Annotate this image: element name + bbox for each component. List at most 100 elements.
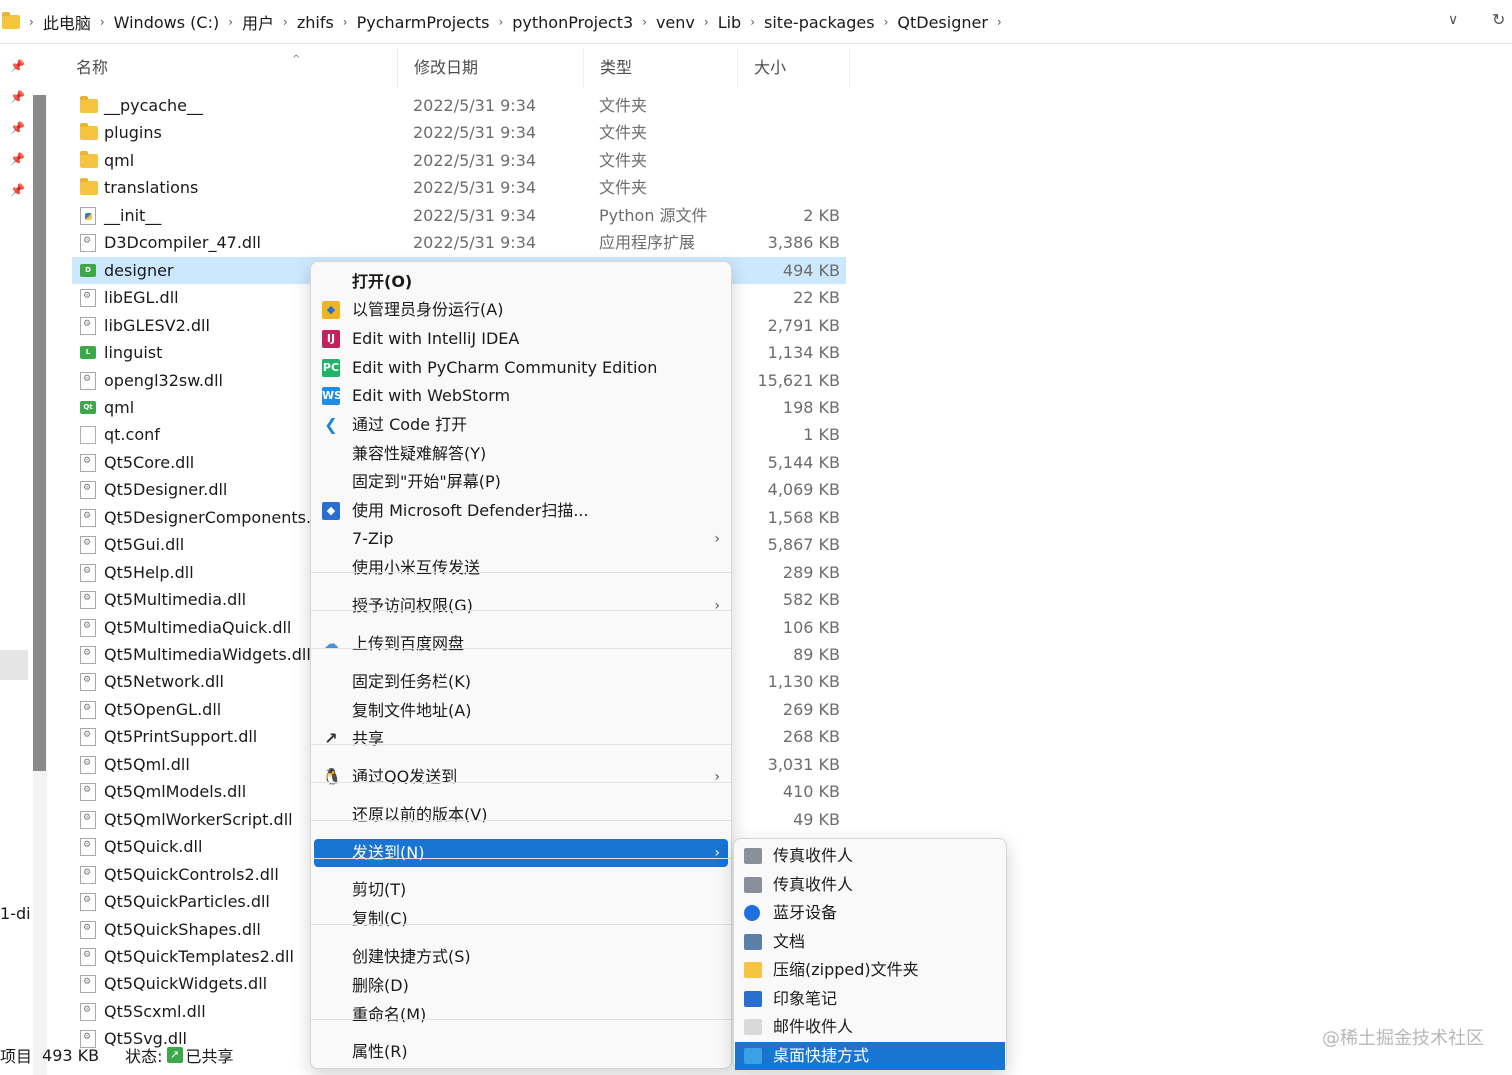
context-menu-item[interactable]: 固定到任务栏(K) xyxy=(314,668,728,696)
dll-file-icon xyxy=(80,838,96,857)
pin-icon[interactable]: 📌 xyxy=(10,121,25,135)
refresh-icon[interactable]: ↻ xyxy=(1492,10,1505,29)
navigation-pane: 📌 📌 📌 📌 📌 1-di xyxy=(0,45,48,1075)
send-to-item[interactable]: 传真收件人 xyxy=(735,842,1005,870)
breadcrumb-item[interactable]: PycharmProjects xyxy=(357,13,490,32)
context-menu-item[interactable]: 固定到"开始"屏幕(P) xyxy=(314,468,728,496)
address-bar[interactable]: › 此电脑 › Windows (C:) › 用户 › zhifs › PycharmProjec… xyxy=(0,0,1512,44)
context-menu-item[interactable]: WS Edit with WebStorm xyxy=(314,382,728,410)
nav-scrollbar-thumb[interactable] xyxy=(33,95,46,771)
file-row[interactable]: __pycache__ 2022/5/31 9:34 文件夹 xyxy=(72,92,846,119)
zip-folder-icon xyxy=(744,962,762,978)
file-size: 1 KB xyxy=(803,425,840,445)
context-menu-item[interactable]: ❮ 通过 Code 打开 xyxy=(314,411,728,439)
column-header-label: 修改日期 xyxy=(414,58,479,77)
context-menu-item[interactable]: 删除(D) xyxy=(314,972,728,1000)
breadcrumb-separator-icon[interactable]: › xyxy=(343,15,348,29)
breadcrumb-item[interactable]: QtDesigner xyxy=(897,13,988,32)
chevron-down-icon[interactable]: ∨ xyxy=(1448,12,1458,28)
context-menu-item[interactable]: PC Edit with PyCharm Community Edition xyxy=(314,354,728,382)
breadcrumb-separator-icon[interactable]: › xyxy=(750,15,755,29)
send-to-item[interactable]: 文档 xyxy=(735,928,1005,956)
send-to-item[interactable]: 蓝牙设备 xyxy=(735,899,1005,927)
send-to-item[interactable]: 邮件收件人 xyxy=(735,1013,1005,1041)
context-menu-item[interactable]: 还原以前的版本(V) xyxy=(314,801,728,829)
context-menu-item[interactable]: IJ Edit with IntelliJ IDEA xyxy=(314,325,728,353)
file-name: Qt5Multimedia.dll xyxy=(104,590,247,610)
file-type: 文件夹 xyxy=(599,123,648,143)
context-menu-item[interactable]: 🐧 通过QQ发送到 › xyxy=(314,763,728,791)
context-menu-item[interactable]: 剪切(T) xyxy=(314,876,728,904)
context-menu-item[interactable]: 打开(O) xyxy=(314,268,728,296)
file-name: Qt5DesignerComponents.dl xyxy=(104,507,326,527)
breadcrumb-item[interactable]: zhifs xyxy=(297,13,334,32)
context-menu-item[interactable]: 重命名(M) xyxy=(314,1001,728,1029)
send-to-item[interactable]: 压缩(zipped)文件夹 xyxy=(735,956,1005,984)
column-header-size[interactable]: 大小 xyxy=(738,48,850,88)
pin-icon[interactable]: 📌 xyxy=(10,183,25,197)
context-menu-item[interactable]: 复制文件地址(A) xyxy=(314,697,728,725)
column-header-name[interactable]: 名称 ^ xyxy=(60,48,398,88)
breadcrumb-item[interactable]: 用户 xyxy=(242,10,274,34)
context-menu-item[interactable]: 兼容性疑难解答(Y) xyxy=(314,440,728,468)
pin-icon[interactable]: 📌 xyxy=(10,59,25,73)
context-menu-item[interactable]: 7-Zip › xyxy=(314,525,728,553)
pin-icon[interactable]: 📌 xyxy=(10,90,25,104)
application-icon: L xyxy=(80,346,96,360)
breadcrumb-separator-icon[interactable]: › xyxy=(997,15,1002,29)
breadcrumb-separator-icon[interactable]: › xyxy=(228,15,233,29)
context-menu-item[interactable]: 复制(C) xyxy=(314,905,728,933)
breadcrumb-item[interactable]: 此电脑 xyxy=(43,10,91,34)
context-menu-item[interactable]: ↗ 共享 xyxy=(314,725,728,753)
context-menu-item[interactable]: ◆ 以管理员身份运行(A) xyxy=(314,296,728,324)
send-to-item[interactable]: 传真收件人 xyxy=(735,871,1005,899)
breadcrumb-item[interactable]: Windows (C:) xyxy=(114,13,220,32)
context-menu-item[interactable]: 发送到(N) › xyxy=(314,839,728,867)
breadcrumb-item[interactable]: site-packages xyxy=(764,13,875,32)
send-to-label: 压缩(zipped)文件夹 xyxy=(773,960,919,979)
file-size: 5,867 KB xyxy=(767,535,840,555)
nav-selected-item[interactable] xyxy=(0,650,28,680)
context-menu-item[interactable]: 创建快捷方式(S) xyxy=(314,943,728,971)
context-menu-label: 打开(O) xyxy=(352,272,413,291)
file-size: 2,791 KB xyxy=(767,315,840,335)
shield-icon: ◆ xyxy=(322,301,340,319)
shared-icon: ↗ xyxy=(166,1047,183,1063)
nav-item-label[interactable]: 1-di xyxy=(0,904,31,923)
file-name: Qt5Core.dll xyxy=(104,452,195,472)
breadcrumb-item[interactable]: venv xyxy=(656,13,695,32)
file-name: Qt5MultimediaWidgets.dll xyxy=(104,645,311,664)
context-menu-item[interactable]: ◆ 使用 Microsoft Defender扫描... xyxy=(314,497,728,525)
breadcrumb-item[interactable]: pythonProject3 xyxy=(512,13,633,32)
file-row[interactable]: translations 2022/5/31 9:34 文件夹 xyxy=(72,174,846,201)
context-menu-item[interactable]: 使用小米互传发送 xyxy=(314,554,728,582)
context-menu-item[interactable]: 属性(R) xyxy=(314,1038,728,1066)
send-to-submenu: 传真收件人 传真收件人 蓝牙设备 文档 压缩(zipped)文件夹 印象笔记 邮件收件人 桌面… xyxy=(733,838,1007,1070)
breadcrumb-separator-icon[interactable]: › xyxy=(283,15,288,29)
breadcrumb-separator-icon[interactable]: › xyxy=(704,15,709,29)
documents-icon xyxy=(744,934,762,950)
file-row[interactable]: __init__ 2022/5/31 9:34 Python 源文件 2 KB xyxy=(72,202,846,229)
breadcrumb-separator-icon[interactable]: › xyxy=(642,15,647,29)
pycharm-icon: PC xyxy=(322,359,340,377)
breadcrumb-separator-icon[interactable]: › xyxy=(29,15,34,29)
pin-icon[interactable]: 📌 xyxy=(10,152,25,166)
column-header-type[interactable]: 类型 xyxy=(584,48,738,88)
column-header-date[interactable]: 修改日期 xyxy=(398,48,584,88)
send-to-item[interactable]: 印象笔记 xyxy=(735,985,1005,1013)
context-menu-label: 授予访问权限(G) xyxy=(352,596,473,615)
status-state-label: 状态: xyxy=(125,1047,163,1066)
file-name: Qt5Network.dll xyxy=(104,672,224,692)
file-size: 2 KB xyxy=(803,205,840,225)
file-row[interactable]: plugins 2022/5/31 9:34 文件夹 xyxy=(72,119,846,146)
send-to-item[interactable]: 桌面快捷方式 xyxy=(735,1042,1005,1070)
file-row[interactable]: D3Dcompiler_47.dll 2022/5/31 9:34 应用程序扩展 3,… xyxy=(72,229,846,256)
breadcrumb-separator-icon[interactable]: › xyxy=(884,15,889,29)
file-size: 198 KB xyxy=(782,397,840,417)
file-row[interactable]: qml 2022/5/31 9:34 文件夹 xyxy=(72,147,846,174)
breadcrumb-separator-icon[interactable]: › xyxy=(498,15,503,29)
breadcrumb-separator-icon[interactable]: › xyxy=(100,15,105,29)
breadcrumb-item[interactable]: Lib xyxy=(718,13,742,32)
context-menu-item[interactable]: 授予访问权限(G) › xyxy=(314,592,728,620)
context-menu-item[interactable]: ☁ 上传到百度网盘 xyxy=(314,630,728,658)
